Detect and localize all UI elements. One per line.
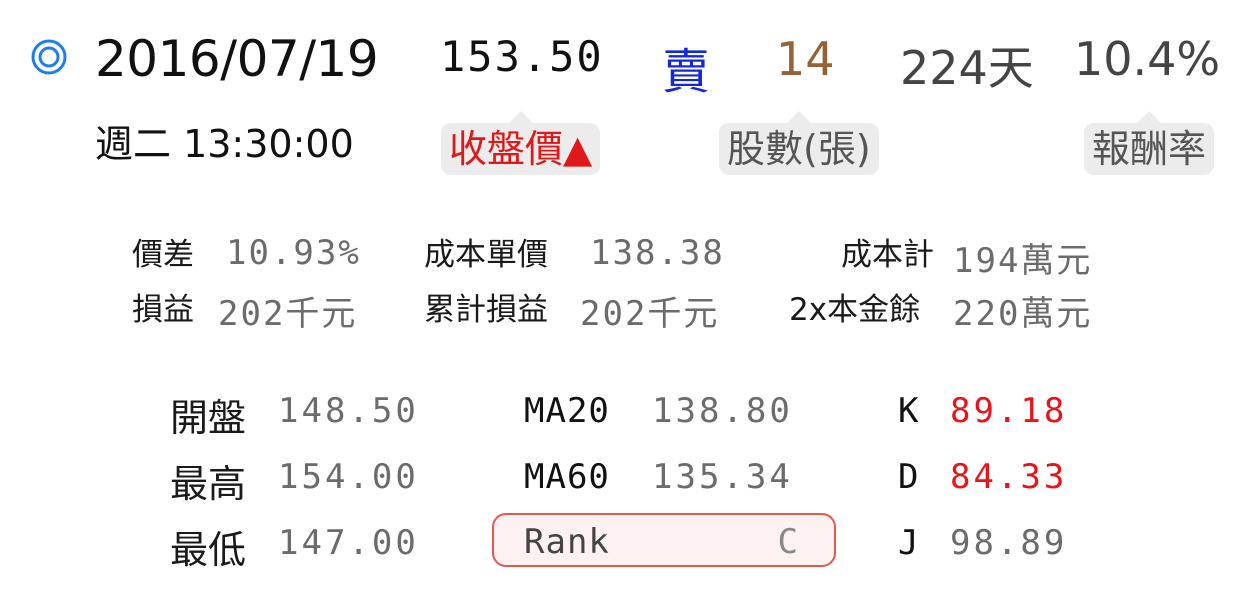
bullseye-icon[interactable] xyxy=(30,38,68,76)
total-cost-label: 成本計 xyxy=(841,237,934,273)
trade-date: 2016/07/19 xyxy=(95,30,379,88)
j-value: 98.89 xyxy=(950,523,1068,563)
principal-label: 2x本金餘 xyxy=(789,292,921,328)
ma60-value: 135.34 xyxy=(652,457,793,497)
rank-button[interactable]: Rank C xyxy=(492,513,836,567)
rank-value: C xyxy=(777,522,798,562)
pnl-value: 202千元 xyxy=(218,294,358,334)
trade-weekday-time: 週二 13:30:00 xyxy=(95,122,354,166)
low-label: 最低 xyxy=(170,528,247,572)
principal-value: 220萬元 xyxy=(953,294,1093,334)
d-value: 84.33 xyxy=(950,457,1068,497)
d-label: D xyxy=(898,457,920,497)
ma60-label: MA60 xyxy=(524,457,610,497)
price-diff-value: 10.93% xyxy=(226,233,361,273)
price-value[interactable]: 153.50 xyxy=(440,32,604,81)
cum-pnl-label: 累計損益 xyxy=(424,292,548,328)
unit-cost-label: 成本單價 xyxy=(424,237,548,273)
unit-cost-value: 138.38 xyxy=(590,233,725,273)
total-cost-value: 194萬元 xyxy=(953,241,1093,281)
action-sell-label[interactable]: 賣 xyxy=(662,32,710,102)
k-value: 89.18 xyxy=(950,391,1068,431)
return-rate-value[interactable]: 10.4% xyxy=(1074,32,1220,86)
ma20-value: 138.80 xyxy=(652,391,793,431)
k-label: K xyxy=(898,391,920,431)
cum-pnl-value: 202千元 xyxy=(580,294,720,334)
price-diff-label: 價差 xyxy=(132,237,194,273)
open-value: 148.50 xyxy=(278,391,419,431)
holding-days-value: 224天 xyxy=(900,41,1034,95)
low-value: 147.00 xyxy=(278,523,419,563)
rank-label: Rank xyxy=(524,522,610,562)
open-label: 開盤 xyxy=(170,396,247,440)
close-price-tooltip: 收盤價▲ xyxy=(441,111,601,175)
shares-value[interactable]: 14 xyxy=(776,32,835,86)
shares-unit-tooltip: 股數(張) xyxy=(719,111,879,175)
high-label: 最高 xyxy=(170,462,247,506)
high-value: 154.00 xyxy=(278,457,419,497)
ma20-label: MA20 xyxy=(524,391,610,431)
return-rate-tooltip: 報酬率 xyxy=(1084,111,1215,175)
pnl-label: 損益 xyxy=(132,292,194,328)
j-label: J xyxy=(898,523,920,563)
